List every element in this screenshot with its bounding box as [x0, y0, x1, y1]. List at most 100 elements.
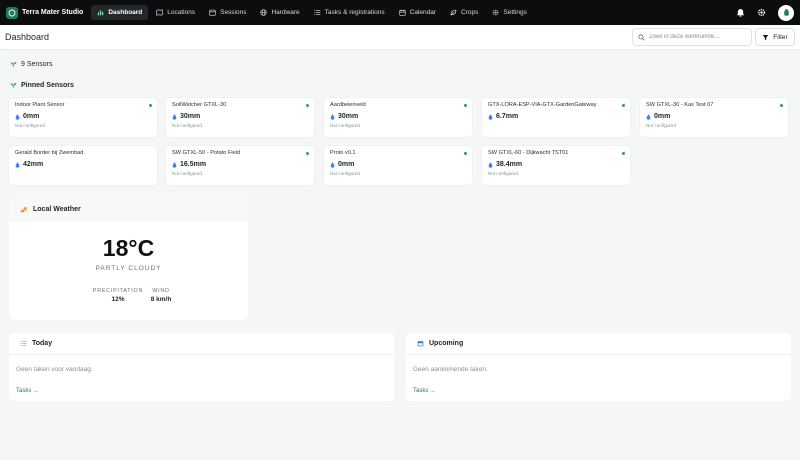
- water-drop-icon: [330, 161, 335, 168]
- sensor-name: SoilWatcher GTXL-30: [172, 102, 227, 108]
- main-nav: Dashboard Locations Sessions Hardware Ta…: [91, 5, 533, 20]
- sensor-name: SW GTXL-50 - Potato Field: [172, 150, 241, 156]
- sensor-card[interactable]: Gerald Border bij Zwembad 42mm: [9, 146, 157, 185]
- gear-icon: [493, 9, 499, 16]
- list-icon: [314, 9, 320, 16]
- sensor-name: SW GTXL-30 - Kas Test 07: [646, 102, 714, 108]
- sensor-value: 16.5mm: [180, 161, 207, 168]
- bell-icon[interactable]: [736, 8, 745, 17]
- sensor-card[interactable]: SW GTXL-50 - Potato Field 16.5mm Not con…: [166, 146, 314, 185]
- brand-logo-icon: [6, 6, 18, 19]
- sensor-name: Aardbeienveld: [330, 102, 366, 108]
- water-drop-icon: [15, 161, 20, 168]
- water-drop-icon: [15, 113, 20, 120]
- today-tasks-link[interactable]: Tasks →: [16, 388, 39, 394]
- search-icon: [638, 33, 645, 41]
- sensor-card[interactable]: Aardbeienveld 30mm Not configured: [324, 98, 472, 137]
- temperature: 18°C: [102, 235, 155, 261]
- sensor-name: Indoor Plant Sensor: [15, 102, 65, 108]
- avatar[interactable]: [778, 4, 794, 21]
- nav-label: Crops: [461, 9, 479, 16]
- sensor-reading: 30mm: [172, 113, 308, 120]
- upcoming-panel: Upcoming Geen aankomende taken. Tasks →: [406, 333, 791, 401]
- calendar-icon: [398, 9, 406, 16]
- sensor-reading: 6.7mm: [488, 113, 624, 120]
- page-header: Dashboard Filter: [0, 25, 800, 50]
- wind-label: WIND: [152, 288, 170, 294]
- filter-button[interactable]: Filter: [755, 28, 795, 46]
- sensor-status: Not configured: [330, 171, 360, 176]
- status-dot: [780, 104, 783, 107]
- today-title: Today: [32, 340, 53, 347]
- sensor-reading: 30mm: [330, 113, 466, 120]
- status-dot: [464, 104, 467, 107]
- status-dot: [464, 152, 467, 155]
- nav-label: Hardware: [271, 9, 300, 16]
- upcoming-empty-text: Geen aankomende taken.: [413, 366, 488, 373]
- upcoming-header: Upcoming: [406, 333, 791, 355]
- nav-item-sessions[interactable]: Sessions: [203, 5, 252, 20]
- filter-icon: [762, 34, 769, 40]
- search-box[interactable]: [632, 28, 752, 46]
- nav-item-tasks[interactable]: Tasks & registrations: [308, 5, 391, 20]
- filter-label: Filter: [773, 33, 788, 41]
- sprout-icon: [10, 83, 17, 89]
- nav-label: Settings: [503, 9, 527, 16]
- sensor-name: GTX-LORA-ESP-VIA-GTX-GardenGateway: [488, 102, 597, 108]
- status-dot: [306, 104, 309, 107]
- nav-item-calendar[interactable]: Calendar: [393, 5, 442, 20]
- today-empty-text: Geen taken voor vandaag.: [16, 366, 93, 373]
- sensor-value: 30mm: [180, 113, 201, 120]
- sensor-card[interactable]: Indoor Plant Sensor 0mm Not configured: [9, 98, 157, 137]
- sensor-card[interactable]: SW GTXL-30 - Kas Test 07 0mm Not configu…: [640, 98, 788, 137]
- sensor-card[interactable]: Proto v0.1 0mm Not configured: [324, 146, 472, 185]
- status-dot: [622, 152, 625, 155]
- nav-label: Tasks & registrations: [324, 9, 385, 16]
- weather-header: Local Weather: [9, 197, 248, 222]
- map-icon: [156, 9, 163, 16]
- sensors-count-label: 9 Sensors: [21, 61, 53, 68]
- pinned-sensors-title: Pinned Sensors: [10, 82, 74, 89]
- sensor-reading: 0mm: [646, 113, 782, 120]
- sensor-status: Not configured: [330, 123, 360, 128]
- calendar-grid-icon: [209, 9, 216, 16]
- sensors-count[interactable]: 9 Sensors: [10, 61, 53, 68]
- sensor-value: 0mm: [338, 161, 355, 168]
- sensor-status: Not configured: [172, 171, 202, 176]
- nav-item-crops[interactable]: Crops: [444, 5, 484, 20]
- calendar-icon: [417, 340, 424, 347]
- water-drop-icon: [488, 161, 493, 168]
- sensor-card[interactable]: GTX-LORA-ESP-VIA-GTX-GardenGateway 6.7mm: [482, 98, 630, 137]
- brand[interactable]: Terra Mater Studio: [6, 6, 84, 19]
- water-drop-icon: [172, 113, 177, 120]
- page-title: Dashboard: [5, 32, 50, 42]
- nav-label: Dashboard: [108, 9, 143, 16]
- nav-label: Sessions: [220, 9, 247, 16]
- search-input[interactable]: [649, 34, 744, 40]
- sensor-card[interactable]: SW GTXL-60 - Dijkwacht TST01 38.4mm Not …: [482, 146, 630, 185]
- sensor-status: Not configured: [646, 123, 676, 128]
- sensor-reading: 16.5mm: [172, 161, 308, 168]
- brand-name: Terra Mater Studio: [22, 9, 84, 16]
- today-header: Today: [9, 333, 394, 355]
- nav-item-hardware[interactable]: Hardware: [254, 5, 305, 20]
- weather-condition: PARTLY CLOUDY: [95, 265, 162, 272]
- nav-item-dashboard[interactable]: Dashboard: [91, 5, 149, 20]
- upcoming-tasks-link[interactable]: Tasks →: [413, 388, 436, 394]
- sensor-value: 38.4mm: [496, 161, 523, 168]
- sensor-card[interactable]: SoilWatcher GTXL-30 30mm Not configured: [166, 98, 314, 137]
- pinned-sensors-label: Pinned Sensors: [21, 82, 74, 89]
- nav-item-locations[interactable]: Locations: [150, 5, 201, 20]
- local-weather-card: Local Weather 18°C PARTLY CLOUDY PRECIPI…: [9, 197, 248, 320]
- leaf-icon: [450, 9, 457, 16]
- bar-chart-icon: [98, 10, 104, 16]
- globe-icon: [260, 9, 268, 16]
- sensor-value: 42mm: [23, 161, 44, 168]
- sensor-reading: 38.4mm: [488, 161, 624, 168]
- checklist-icon: [20, 340, 27, 347]
- sensor-name: Proto v0.1: [330, 150, 356, 156]
- nav-item-settings[interactable]: Settings: [486, 5, 533, 20]
- sensor-status: Not configured: [488, 171, 518, 176]
- gear-icon[interactable]: [757, 8, 766, 17]
- partly-cloudy-icon: [20, 206, 27, 213]
